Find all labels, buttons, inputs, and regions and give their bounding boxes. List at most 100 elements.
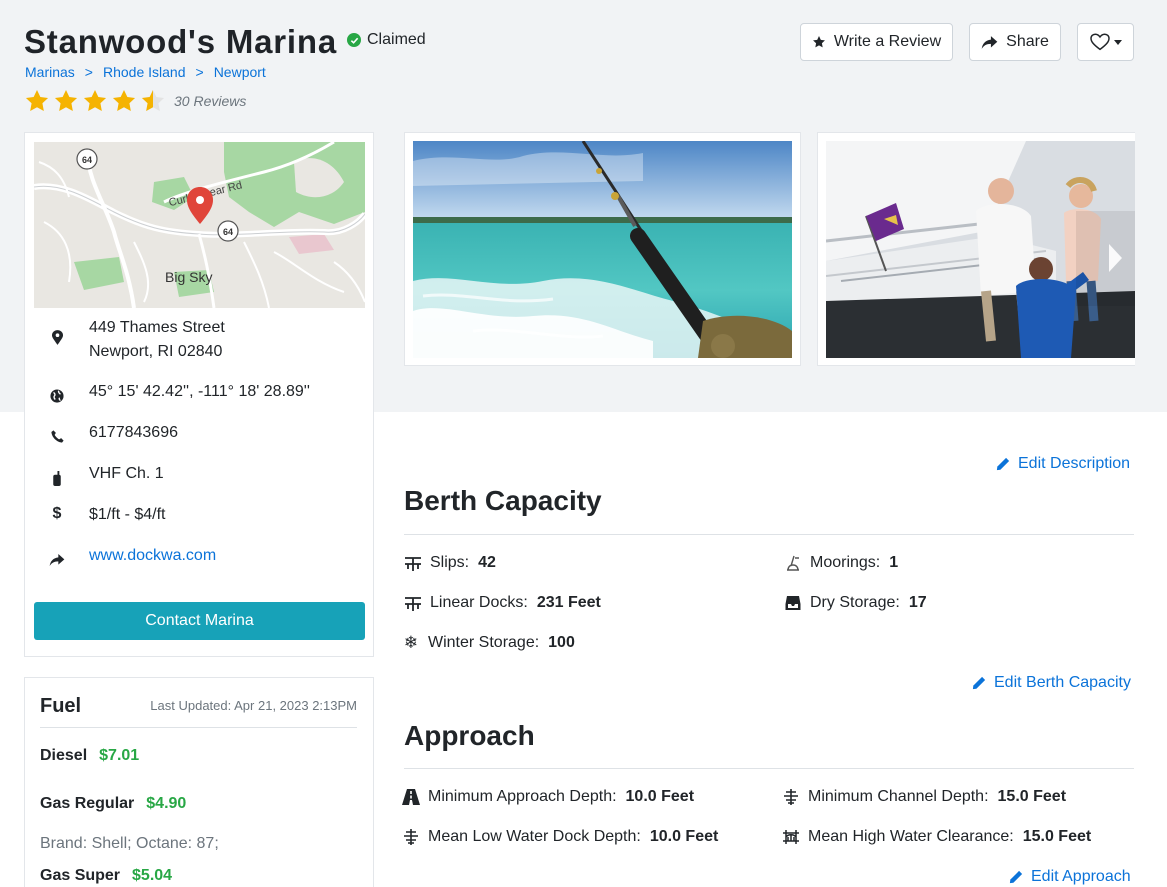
stat-dry-storage: Dry Storage: 17 xyxy=(784,594,927,612)
photo-card[interactable] xyxy=(404,132,801,366)
share-arrow-icon xyxy=(981,35,998,49)
website-row: www.dockwa.com xyxy=(25,547,373,590)
stat-value: 231 Feet xyxy=(536,594,601,611)
stat-label: Linear Docks: xyxy=(430,594,528,611)
fuel-gas-regular: Gas Regular $4.90 xyxy=(40,795,186,813)
marina-info-card: 64 64 Curley Bear Rd Big Sky 449 Thames … xyxy=(24,132,374,657)
price-range: $1/ft - $4/ft xyxy=(89,506,166,523)
price-row: $ $1/ft - $4/ft xyxy=(25,505,373,549)
claimed-badge: Claimed xyxy=(347,31,426,49)
contact-marina-button[interactable]: Contact Marina xyxy=(34,602,365,640)
stat-value: 10.0 Feet xyxy=(649,828,719,845)
marina-photo-fishing[interactable] xyxy=(413,141,792,358)
address-line-1: 449 Thames Street xyxy=(89,319,225,336)
fuel-type-label: Gas Super xyxy=(40,867,121,884)
share-button[interactable]: Share xyxy=(969,23,1061,61)
road-icon xyxy=(402,788,420,806)
write-review-button[interactable]: Write a Review xyxy=(800,23,953,61)
fuel-type-label: Diesel xyxy=(40,747,88,764)
stat-label: Minimum Approach Depth: xyxy=(428,788,617,805)
stat-label: Dry Storage: xyxy=(810,594,900,611)
vhf-row: VHF Ch. 1 xyxy=(25,465,373,508)
favorite-dropdown-button[interactable] xyxy=(1077,23,1134,61)
star-full-icon xyxy=(25,89,49,111)
breadcrumb-city[interactable]: Newport xyxy=(214,64,266,80)
inbox-icon xyxy=(784,594,802,612)
website-link[interactable]: www.dockwa.com xyxy=(89,547,216,565)
location-map[interactable]: 64 64 Curley Bear Rd Big Sky xyxy=(34,142,365,308)
pencil-icon xyxy=(996,457,1010,471)
dock-icon xyxy=(404,554,422,572)
approach-title: Approach xyxy=(404,720,535,751)
claimed-label: Claimed xyxy=(367,31,426,48)
coordinates-row: 45° 15' 42.42'', -111° 18' 28.89'' xyxy=(25,383,373,426)
stat-value: 17 xyxy=(908,594,927,611)
phone-row: 6177843696 xyxy=(25,424,373,467)
mooring-icon xyxy=(784,554,802,572)
photo-card[interactable] xyxy=(817,132,1135,366)
breadcrumb-state[interactable]: Rhode Island xyxy=(103,64,186,80)
fuel-brand-info: Brand: Shell; Octane: 87; xyxy=(40,835,219,852)
globe-icon xyxy=(25,385,89,403)
stat-winter-storage: ❄ Winter Storage: 100 xyxy=(402,633,575,652)
berth-capacity-title: Berth Capacity xyxy=(404,485,602,516)
star-rating[interactable]: 30 Reviews xyxy=(24,88,426,114)
fuel-title: Fuel xyxy=(40,695,82,717)
stat-label: Slips: xyxy=(430,554,470,571)
stat-mean-low-water-dock-depth: Mean Low Water Dock Depth: 10.0 Feet xyxy=(402,828,718,846)
fuel-diesel: Diesel $7.01 xyxy=(40,747,139,765)
breadcrumb: Marinas > Rhode Island > Newport xyxy=(25,64,426,80)
stat-label: Moorings: xyxy=(810,554,881,571)
stat-linear-docks: Linear Docks: 231 Feet xyxy=(404,594,601,612)
edit-description-label: Edit Description xyxy=(1018,455,1131,472)
marina-photo-yacht[interactable] xyxy=(826,141,1135,358)
fuel-price: $7.01 xyxy=(99,747,140,764)
radio-icon xyxy=(25,467,89,486)
fuel-gas-super: Gas Super $5.04 xyxy=(40,867,172,885)
star-full-icon xyxy=(83,89,107,111)
star-full-icon xyxy=(112,89,136,111)
edit-approach-link[interactable]: Edit Approach xyxy=(1009,868,1131,886)
map-town-label: Big Sky xyxy=(165,269,212,285)
fuel-type-label: Gas Regular xyxy=(40,795,135,812)
marina-header: Stanwood's Marina Claimed Marinas > Rhod… xyxy=(24,22,426,114)
pencil-icon xyxy=(1009,870,1023,884)
edit-berth-capacity-link[interactable]: Edit Berth Capacity xyxy=(972,674,1131,692)
write-review-label: Write a Review xyxy=(833,33,942,50)
dock-icon xyxy=(404,594,422,612)
stat-slips: Slips: 42 xyxy=(404,554,496,572)
fuel-last-updated: Last Updated: Apr 21, 2023 2:13PM xyxy=(150,698,357,713)
page-title: Stanwood's Marina xyxy=(24,23,337,60)
stat-label: Winter Storage: xyxy=(428,634,540,651)
edit-berth-capacity-label: Edit Berth Capacity xyxy=(994,674,1131,691)
stat-value: 15.0 Feet xyxy=(997,788,1067,805)
share-arrow-icon xyxy=(25,549,89,567)
pencil-icon xyxy=(972,676,986,690)
address-row: 449 Thames Street Newport, RI 02840 xyxy=(25,319,373,367)
star-icon xyxy=(812,36,825,48)
star-half-icon xyxy=(141,89,165,111)
route-shield-label: 64 xyxy=(223,227,233,237)
depth-gauge-icon xyxy=(782,788,800,806)
phone-icon xyxy=(25,426,89,443)
edit-approach-label: Edit Approach xyxy=(1031,868,1131,885)
stat-value: 1 xyxy=(889,554,899,571)
reviews-count[interactable]: 30 Reviews xyxy=(174,93,246,109)
share-label: Share xyxy=(1006,33,1049,50)
edit-description-link[interactable]: Edit Description xyxy=(996,455,1130,473)
bridge-icon xyxy=(782,828,800,846)
fuel-price: $4.90 xyxy=(146,795,187,812)
phone-link[interactable]: 6177843696 xyxy=(89,424,178,442)
stat-min-approach-depth: Minimum Approach Depth: 10.0 Feet xyxy=(402,788,694,806)
section-divider xyxy=(404,768,1134,769)
stat-label: Mean High Water Clearance: xyxy=(808,828,1014,845)
depth-gauge-icon xyxy=(402,828,420,846)
stat-value: 15.0 Feet xyxy=(1022,828,1092,845)
heart-outline-icon xyxy=(1089,33,1110,51)
vhf-channel: VHF Ch. 1 xyxy=(89,465,164,482)
check-circle-icon xyxy=(347,33,361,47)
breadcrumb-marinas[interactable]: Marinas xyxy=(25,64,75,80)
stat-mean-high-water-clearance: Mean High Water Clearance: 15.0 Feet xyxy=(782,828,1091,846)
fuel-card: Fuel Last Updated: Apr 21, 2023 2:13PM D… xyxy=(24,677,374,887)
map-marker-icon xyxy=(25,326,89,345)
